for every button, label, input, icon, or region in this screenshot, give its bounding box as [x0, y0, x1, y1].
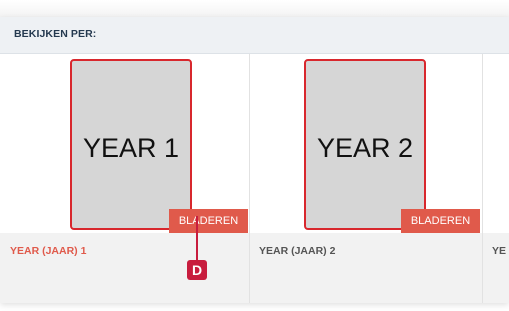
- annotation-marker-badge: D: [187, 260, 207, 280]
- year-1-caption-link[interactable]: YEAR (JAAR) 1: [10, 245, 86, 257]
- cards-row: YEAR 1 BLADEREN YEAR (JAAR) 1 YEAR 2 BLA…: [0, 54, 509, 303]
- browse-button-year-2[interactable]: BLADEREN: [401, 209, 480, 233]
- caption-bar: YEAR (JAAR) 2: [249, 233, 482, 303]
- year-3-caption-link[interactable]: YE: [492, 245, 506, 257]
- caption-bar: YEAR (JAAR) 1: [0, 233, 249, 303]
- panel-title: BEKIJKEN PER:: [14, 28, 97, 40]
- column-divider: [482, 54, 483, 303]
- browse-panel: BEKIJKEN PER: YEAR 1 BLADEREN YEAR (JAAR…: [0, 17, 509, 303]
- year-2-caption-link[interactable]: YEAR (JAAR) 2: [259, 245, 335, 257]
- column-divider: [249, 54, 250, 303]
- annotation-marker-line: [196, 216, 198, 260]
- year-1-cover[interactable]: YEAR 1: [70, 59, 192, 230]
- cover-title: YEAR 1: [82, 133, 180, 163]
- year-card-2: YEAR 2 BLADEREN YEAR (JAAR) 2: [249, 54, 482, 303]
- top-shade: [0, 0, 509, 17]
- cover-title: YEAR 2: [316, 133, 414, 163]
- panel-header: BEKIJKEN PER:: [0, 17, 509, 54]
- year-card-3: YE: [482, 54, 509, 303]
- browse-button-year-1[interactable]: BLADEREN: [169, 209, 248, 233]
- caption-bar: YE: [482, 233, 509, 303]
- year-2-cover[interactable]: YEAR 2: [304, 59, 426, 230]
